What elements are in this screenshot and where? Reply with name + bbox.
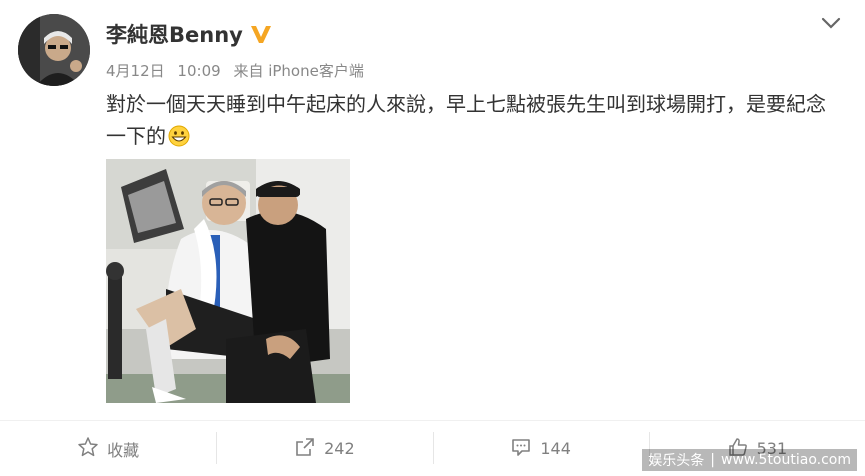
post-date[interactable]: 4月12日 [106, 62, 165, 80]
post-photo[interactable] [106, 159, 350, 403]
share-icon [294, 436, 316, 462]
watermark-divider: | [710, 452, 716, 468]
post-source: 来自 iPhone客户端 [233, 62, 364, 80]
chevron-down-icon[interactable] [820, 12, 842, 34]
author-avatar[interactable] [18, 14, 90, 86]
comment-count: 144 [540, 439, 571, 458]
post-text-content: 對於一個天天睡到中午起床的人來說，早上七點被張先生叫到球場開打，是要紀念一下的 [106, 92, 826, 148]
verified-v-icon [249, 22, 273, 46]
comment-icon [510, 436, 532, 462]
author-name-row: 李純恩Benny [106, 19, 273, 49]
comment-button[interactable]: 144 [432, 421, 649, 476]
favorite-button[interactable]: 收藏 [0, 421, 216, 476]
watermark: 娱乐头条 | www.5toutiao.com [642, 449, 857, 471]
star-icon [77, 436, 99, 462]
post-text: 對於一個天天睡到中午起床的人來說，早上七點被張先生叫到球場開打，是要紀念一下的 [106, 88, 836, 152]
author-name[interactable]: 李純恩Benny [106, 19, 243, 49]
grinning-face-emoji [168, 124, 190, 147]
share-count: 242 [324, 439, 355, 458]
watermark-url: www.5toutiao.com [721, 452, 851, 468]
favorite-label: 收藏 [107, 440, 140, 460]
watermark-brand: 娱乐头条 [648, 453, 705, 469]
post-meta: 4月12日 10:09 来自 iPhone客户端 [106, 60, 364, 81]
post-time[interactable]: 10:09 [177, 62, 220, 80]
share-button[interactable]: 242 [216, 421, 432, 476]
